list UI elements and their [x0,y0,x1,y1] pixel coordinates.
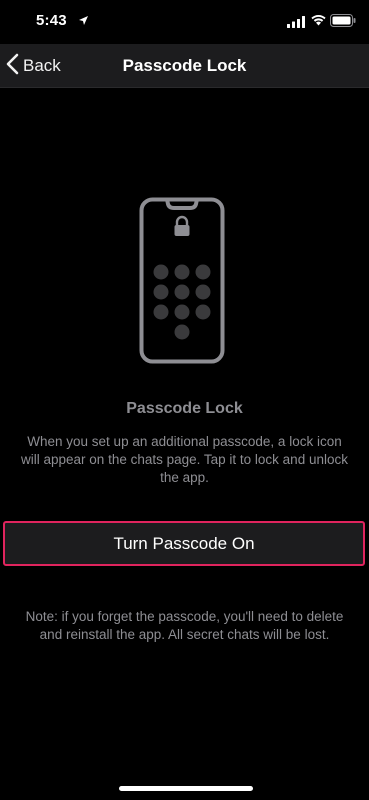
status-bar: 5:43 [0,0,369,44]
signal-bars-icon [287,15,305,33]
screen: 5:43 Back Passcode Lock Passcode Lock Wh… [0,0,369,800]
status-time: 5:43 [36,12,67,29]
section-title: Passcode Lock [126,400,243,417]
home-indicator[interactable] [119,786,253,791]
note-text: Note: if you forget the passcode, you'll… [25,609,344,642]
battery-icon [330,14,356,32]
page-title: Passcode Lock [122,56,247,75]
navigation-bar: Back Passcode Lock [0,44,369,88]
turn-passcode-on-button[interactable]: Turn Passcode On [3,521,365,566]
description-text: When you set up an additional passcode, … [21,434,348,485]
location-arrow-icon [78,13,89,31]
wifi-icon [310,13,327,31]
turn-passcode-on-label: Turn Passcode On [113,533,255,553]
phone-passcode-icon [139,197,225,370]
lock-icon [174,215,190,236]
